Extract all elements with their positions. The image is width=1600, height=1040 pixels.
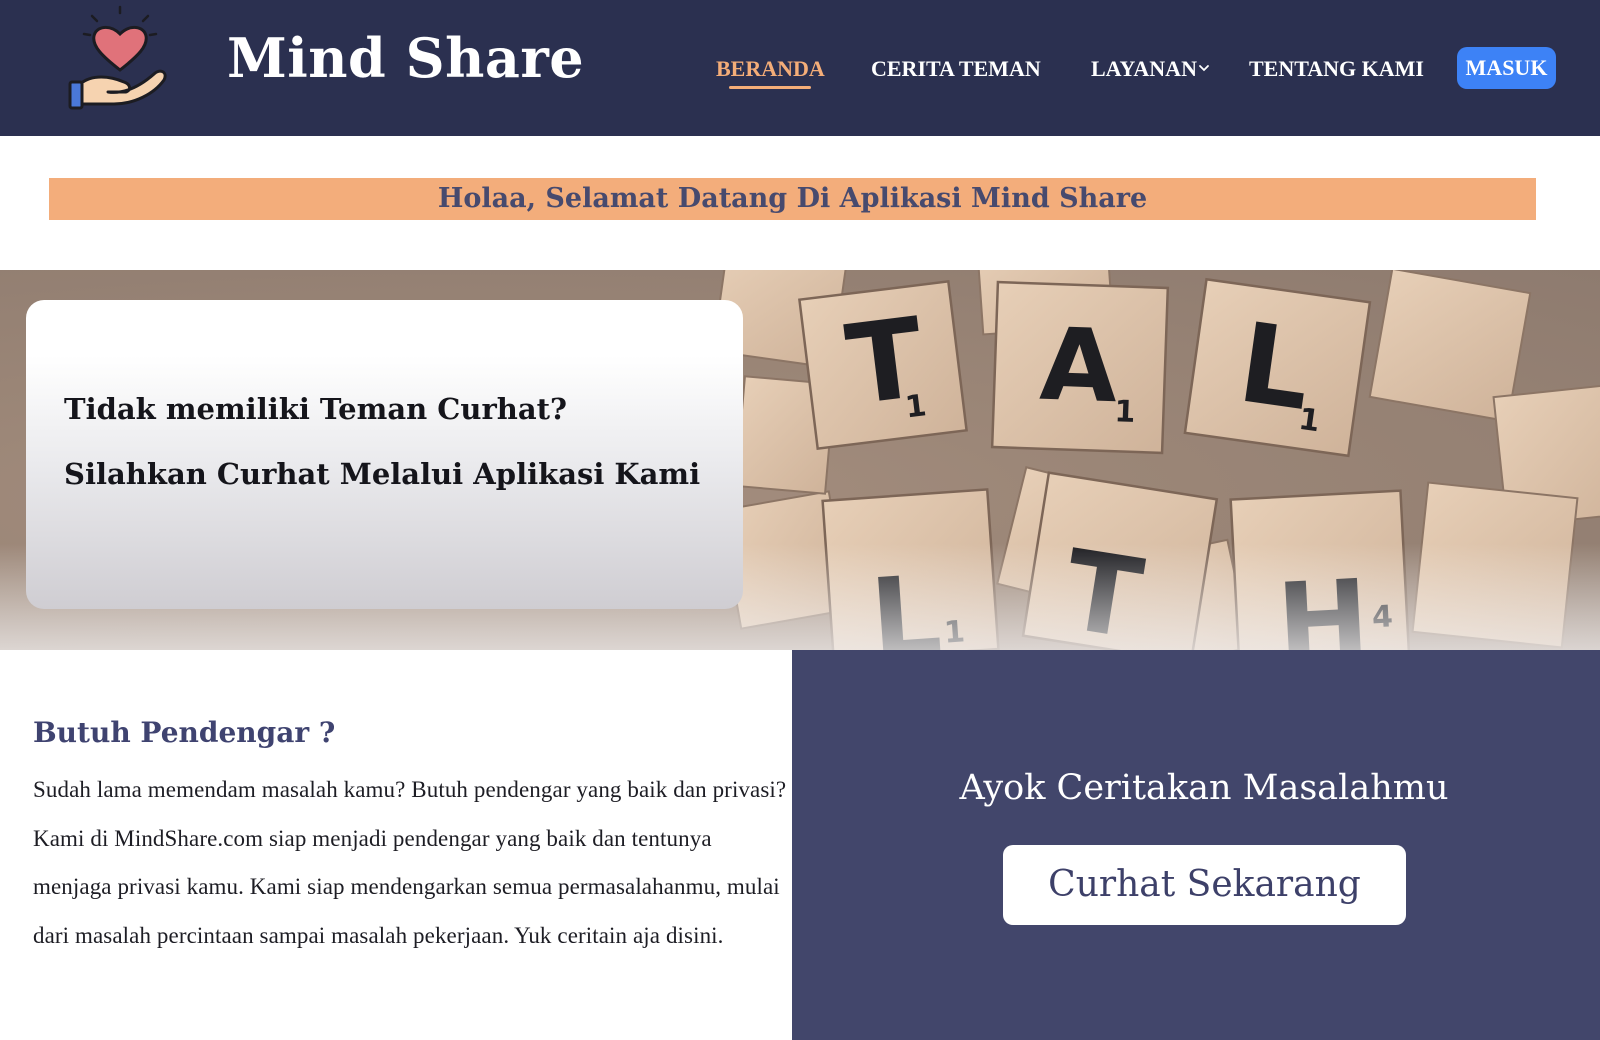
- chevron-down-icon[interactable]: [1198, 62, 1210, 74]
- heart-in-hand-icon[interactable]: [62, 4, 178, 112]
- welcome-banner: Holaa, Selamat Datang Di Aplikasi Mind S…: [49, 178, 1536, 220]
- brand-name[interactable]: Mind Share: [227, 26, 584, 90]
- curhat-sekarang-button[interactable]: Curhat Sekarang: [1003, 845, 1406, 925]
- nav-cerita-teman[interactable]: CERITA TEMAN: [871, 54, 1041, 84]
- nav-layanan[interactable]: LAYANAN: [1091, 54, 1197, 84]
- nav-tentang-kami[interactable]: TENTANG KAMI: [1249, 54, 1424, 84]
- top-navbar: Mind Share BERANDA CERITA TEMAN LAYANAN …: [0, 0, 1600, 136]
- login-button[interactable]: MASUK: [1457, 47, 1556, 89]
- hero-invitation: Silahkan Curhat Melalui Aplikasi Kami: [64, 457, 701, 491]
- hero-section: T 1 A 1 L 1 L 1 T H 4 Tidak memiliki Tem…: [0, 270, 1600, 650]
- info-body: Sudah lama memendam masalah kamu? Butuh …: [33, 777, 787, 949]
- active-nav-underline: [729, 86, 811, 89]
- hero-message-card: Tidak memiliki Teman Curhat? Silahkan Cu…: [26, 300, 743, 609]
- nav-beranda[interactable]: BERANDA: [716, 54, 825, 84]
- info-title: Butuh Pendengar ?: [33, 716, 336, 749]
- cta-title: Ayok Ceritakan Masalahmu: [959, 768, 1449, 808]
- hero-question: Tidak memiliki Teman Curhat?: [64, 392, 567, 426]
